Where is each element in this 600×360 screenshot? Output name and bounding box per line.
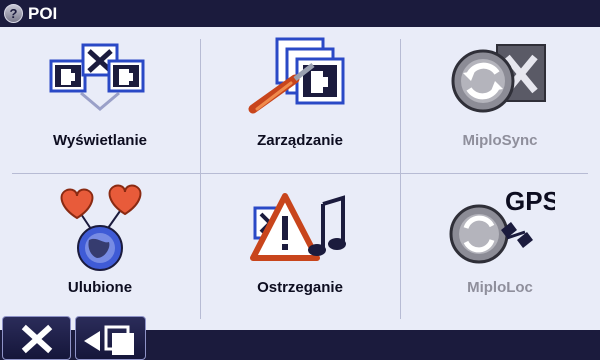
poi-menu-grid: Wyświetlanie Zarządzanie MiploSync Ulubi… [0, 27, 600, 330]
gps-badge: GPS [505, 186, 555, 216]
back-icon [84, 325, 134, 355]
menu-item-display[interactable]: Wyświetlanie [0, 27, 200, 173]
menu-item-label: Ulubione [67, 279, 133, 296]
poi-manage-icon [248, 37, 345, 114]
menu-item-favorites[interactable]: Ulubione [0, 174, 200, 320]
close-icon [21, 324, 53, 354]
menu-item-label: Wyświetlanie [53, 132, 147, 149]
poi-display-icon [49, 43, 145, 111]
close-button[interactable] [2, 316, 71, 360]
menu-item-miploloc[interactable]: GPS MiploLoc [400, 174, 600, 320]
back-button[interactable] [75, 316, 146, 360]
menu-item-miplosync[interactable]: MiploSync [400, 27, 600, 173]
miplosync-icon [451, 44, 546, 113]
warning-icon [250, 193, 346, 261]
title-bar: ? POI [0, 0, 600, 27]
menu-item-warning[interactable]: Ostrzeganie [200, 174, 400, 320]
menu-item-label: MiploSync [462, 132, 538, 149]
favorites-icon [60, 184, 142, 271]
miploloc-icon: GPS [449, 186, 555, 264]
help-icon[interactable]: ? [4, 4, 23, 23]
page-title: POI [28, 4, 58, 23]
menu-item-label: MiploLoc [467, 279, 533, 296]
menu-item-label: Zarządzanie [257, 132, 343, 149]
menu-item-manage[interactable]: Zarządzanie [200, 27, 400, 173]
menu-item-label: Ostrzeganie [257, 279, 343, 296]
